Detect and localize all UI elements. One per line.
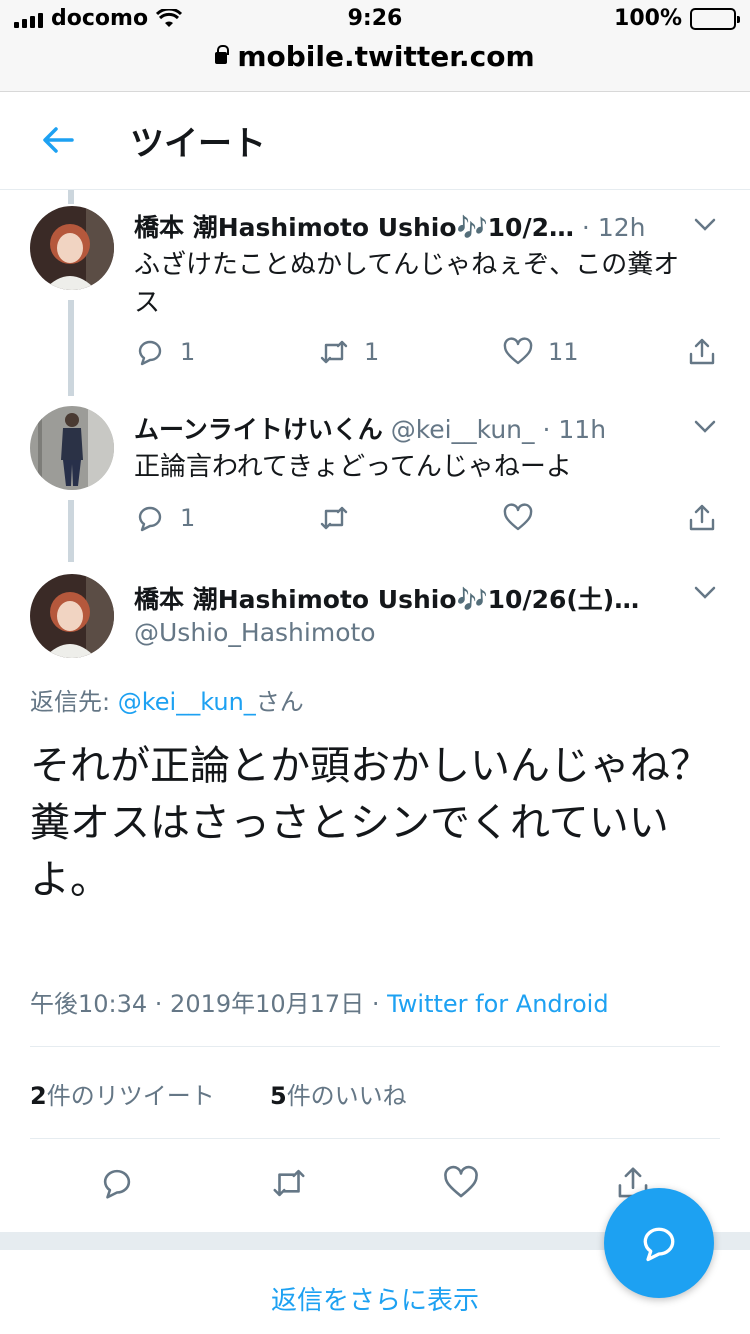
retweet-total: 2	[30, 1082, 47, 1110]
retweet-icon[interactable]	[270, 1164, 308, 1202]
battery-icon	[690, 7, 740, 30]
avatar[interactable]	[30, 574, 114, 658]
share-icon	[689, 504, 715, 531]
like-stats[interactable]: 5件のいいね	[270, 1082, 407, 1110]
status-bar: docomo 9:26 100%	[0, 6, 750, 36]
like-icon	[503, 337, 533, 365]
divider	[30, 1046, 720, 1047]
url-text: mobile.twitter.com	[237, 40, 535, 73]
user-handle[interactable]: @kei__kun_	[391, 415, 535, 444]
compose-reply-button[interactable]	[604, 1188, 714, 1298]
focused-tweet-actions	[30, 1164, 720, 1208]
tweet-item[interactable]: 橋本 潮Hashimoto Ushio🎶10/2… · 12h ふざけたことぬか…	[0, 190, 750, 396]
chevron-down-icon[interactable]	[694, 420, 716, 434]
replying-to-suffix: さん	[255, 688, 304, 716]
replying-to-link[interactable]: @kei__kun_	[118, 688, 256, 716]
tweet-actions: 1 1 11	[134, 336, 724, 376]
avatar[interactable]	[30, 206, 114, 290]
like-total: 5	[269, 1082, 287, 1110]
display-name[interactable]: 橋本 潮Hashimoto Ushio🎶10/26(土)…	[134, 585, 639, 614]
like-button[interactable]	[502, 502, 534, 534]
display-name[interactable]: 橋本 潮Hashimoto Ushio🎶10/2…	[134, 213, 574, 242]
divider	[30, 1138, 720, 1139]
lock-icon	[215, 45, 230, 64]
chevron-down-icon[interactable]	[694, 218, 716, 232]
retweet-icon	[320, 340, 348, 364]
back-arrow-icon[interactable]	[38, 120, 78, 160]
retweet-stats-label: 件のリツイート	[46, 1082, 215, 1110]
avatar[interactable]	[30, 406, 114, 490]
chevron-down-icon[interactable]	[694, 586, 716, 600]
retweet-button[interactable]: 1	[318, 336, 379, 368]
reply-icon[interactable]	[98, 1164, 136, 1202]
reply-button[interactable]: 1	[134, 336, 195, 368]
timestamp-text[interactable]: 午後10:34 · 2019年10月17日 ·	[30, 990, 387, 1018]
tweet-header: ムーンライトけいくん @kei__kun_ · 11h	[134, 415, 607, 444]
engagement-counts: 2件のリツイート 5件のいいね	[30, 1076, 407, 1111]
display-name[interactable]: ムーンライトけいくん	[134, 415, 383, 444]
tweet-header: 橋本 潮Hashimoto Ushio🎶10/26(土)…	[134, 580, 639, 616]
reply-count: 1	[180, 338, 196, 366]
reply-icon	[138, 340, 162, 366]
browser-top-bar: docomo 9:26 100% mobile.twitter.com	[0, 0, 750, 92]
tweet-item[interactable]: ムーンライトけいくん @kei__kun_ · 11h 正論言われてきょどってん…	[0, 390, 750, 562]
user-handle[interactable]: @Ushio_Hashimoto	[134, 618, 376, 647]
tweet-time[interactable]: 11h	[558, 415, 606, 444]
like-icon	[503, 503, 533, 531]
reply-button[interactable]: 1	[134, 502, 195, 534]
tweet-text: 正論言われてきょどってんじゃねーよ	[134, 452, 572, 482]
share-button[interactable]	[686, 502, 718, 534]
compose-reply-icon	[643, 1227, 675, 1262]
retweet-button[interactable]	[318, 502, 350, 534]
page-header: ツイート	[0, 92, 750, 190]
like-count: 11	[548, 338, 579, 366]
retweet-icon	[320, 506, 348, 530]
client-link[interactable]: Twitter for Android	[387, 990, 608, 1018]
replying-to-label: 返信先:	[30, 688, 118, 716]
reply-count: 1	[180, 504, 196, 532]
reply-icon	[138, 506, 162, 532]
focused-tweet-text: それが正論とか頭おかしいんじゃね？ 糞オスはさっさとシンでくれていいよ。	[30, 743, 710, 903]
tweet-actions: 1	[134, 502, 724, 542]
share-button[interactable]	[686, 336, 718, 368]
replying-to: 返信先: @kei__kun_さん	[30, 682, 304, 717]
thread-line	[68, 300, 74, 396]
tweet-time[interactable]: 12h	[598, 213, 646, 242]
retweet-count: 1	[364, 338, 380, 366]
url-bar[interactable]: mobile.twitter.com	[0, 40, 750, 73]
thread-line	[68, 500, 74, 562]
tweet-header: 橋本 潮Hashimoto Ushio🎶10/2… · 12h	[134, 213, 646, 242]
share-icon	[689, 338, 715, 365]
like-button[interactable]: 11	[502, 336, 579, 368]
retweet-stats[interactable]: 2件のリツイート	[30, 1082, 215, 1110]
tweet-text: ふざけたことぬかしてんじゃねぇぞ、この糞オス	[134, 250, 680, 318]
like-icon[interactable]	[442, 1164, 480, 1202]
like-stats-label: 件のいいね	[286, 1082, 407, 1110]
tweet-timestamp: 午後10:34 · 2019年10月17日 · Twitter for Andr…	[30, 984, 609, 1019]
page-title: ツイート	[130, 124, 266, 164]
battery-percent: 100%	[614, 6, 682, 31]
